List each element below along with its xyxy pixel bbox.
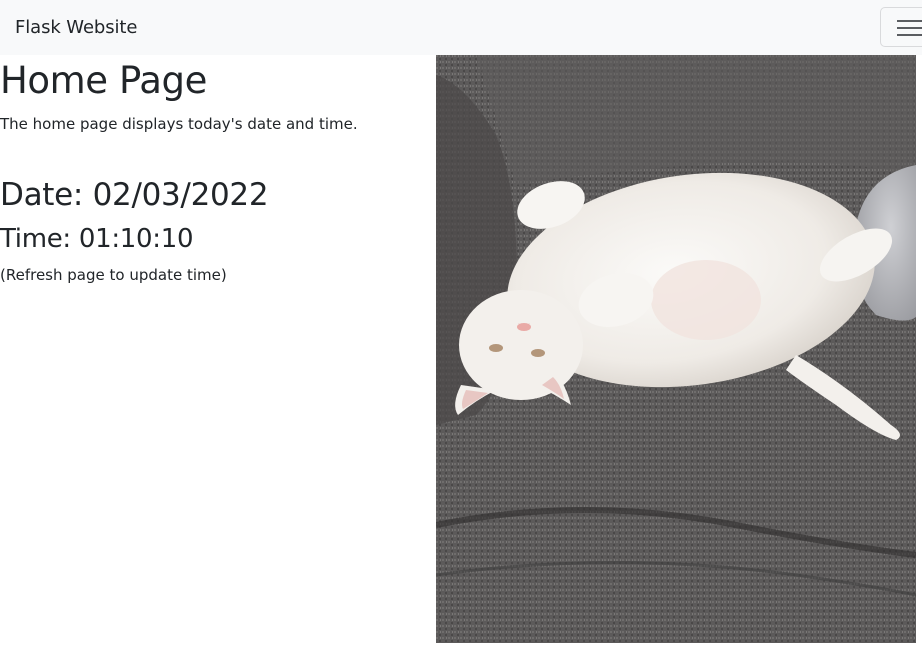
hamburger-icon bbox=[897, 20, 922, 36]
date-display: Date: 02/03/2022 bbox=[0, 177, 269, 213]
navbar-brand-link[interactable]: Flask Website bbox=[15, 15, 137, 41]
page-description: The home page displays today's date and … bbox=[0, 115, 358, 133]
time-display: Time: 01:10:10 bbox=[0, 224, 194, 254]
cat-photo-graphic bbox=[436, 55, 916, 643]
navbar-toggler-button[interactable] bbox=[880, 7, 922, 47]
cat-photo bbox=[436, 55, 916, 643]
navbar: Flask Website bbox=[0, 0, 922, 55]
page-title: Home Page bbox=[0, 59, 208, 102]
refresh-note: (Refresh page to update time) bbox=[0, 266, 227, 284]
